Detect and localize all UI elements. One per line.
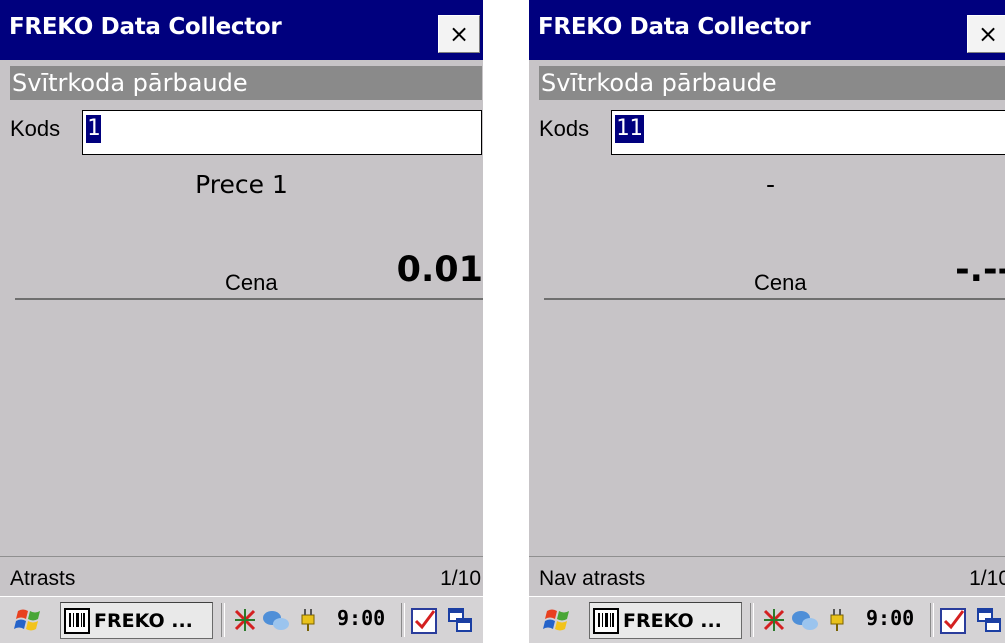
status-bar: Atrasts 1/10	[0, 556, 483, 597]
task-button-label: FREKO ...	[94, 609, 193, 632]
switch-window-icon[interactable]	[976, 607, 1002, 635]
tray-separator	[401, 603, 405, 637]
tray-separator	[221, 603, 225, 637]
window-title: FREKO Data Collector	[9, 14, 282, 40]
close-button[interactable]: ×	[967, 15, 1005, 53]
task-button-label: FREKO ...	[623, 609, 722, 632]
product-name: -	[765, 170, 776, 199]
price-value: 0.01	[396, 250, 483, 290]
price-label: Cena	[754, 270, 807, 295]
close-icon: ×	[977, 20, 999, 48]
kods-label: Kods	[10, 116, 61, 141]
task-checklist-icon[interactable]	[939, 607, 967, 635]
window-title: FREKO Data Collector	[538, 14, 811, 40]
title-bar: FREKO Data Collector ×	[0, 0, 483, 60]
tray-separator	[750, 603, 754, 637]
taskbar: FREKO ... 9:00	[529, 596, 1005, 643]
sync-icon[interactable]	[262, 607, 290, 633]
section-header: Svītrkoda pārbaude	[10, 66, 482, 100]
status-counter: 1/10	[440, 567, 481, 590]
power-plug-icon[interactable]	[825, 607, 849, 633]
price-value: -.--	[955, 250, 1005, 290]
kods-input-value: 1	[86, 115, 102, 143]
status-text: Atrasts	[10, 567, 76, 590]
barcode-icon	[593, 607, 619, 634]
status-bar: Nav atrasts 1/10	[529, 556, 1005, 597]
switch-window-icon[interactable]	[447, 607, 473, 635]
network-disconnected-icon[interactable]	[232, 607, 258, 633]
barcode-icon	[64, 607, 90, 634]
tray-separator	[930, 603, 934, 637]
kods-input-value: 11	[615, 115, 644, 143]
divider	[15, 298, 483, 300]
status-counter: 1/10	[969, 567, 1005, 590]
kods-label: Kods	[539, 116, 590, 141]
task-button[interactable]: FREKO ...	[60, 602, 213, 639]
task-checklist-icon[interactable]	[410, 607, 438, 635]
divider	[544, 298, 1005, 300]
product-name: Prece 1	[195, 170, 288, 199]
device-screen-not-found: FREKO Data Collector × Svītrkoda pārbaud…	[529, 0, 1005, 643]
title-bar: FREKO Data Collector ×	[529, 0, 1005, 60]
status-text: Nav atrasts	[539, 567, 646, 590]
windows-start-icon[interactable]	[543, 605, 575, 635]
task-button[interactable]: FREKO ...	[589, 602, 742, 639]
clock[interactable]: 9:00	[866, 606, 914, 630]
kods-input[interactable]: 11	[611, 110, 1005, 155]
device-screen-found: FREKO Data Collector × Svītrkoda pārbaud…	[0, 0, 483, 643]
windows-start-icon[interactable]	[14, 605, 46, 635]
close-icon: ×	[448, 20, 470, 48]
clock[interactable]: 9:00	[337, 606, 385, 630]
taskbar: FREKO ... 9:00	[0, 596, 483, 643]
section-header: Svītrkoda pārbaude	[539, 66, 1005, 100]
close-button[interactable]: ×	[438, 15, 480, 53]
price-label: Cena	[225, 270, 278, 295]
power-plug-icon[interactable]	[296, 607, 320, 633]
kods-input[interactable]: 1	[82, 110, 482, 155]
sync-icon[interactable]	[791, 607, 819, 633]
network-disconnected-icon[interactable]	[761, 607, 787, 633]
